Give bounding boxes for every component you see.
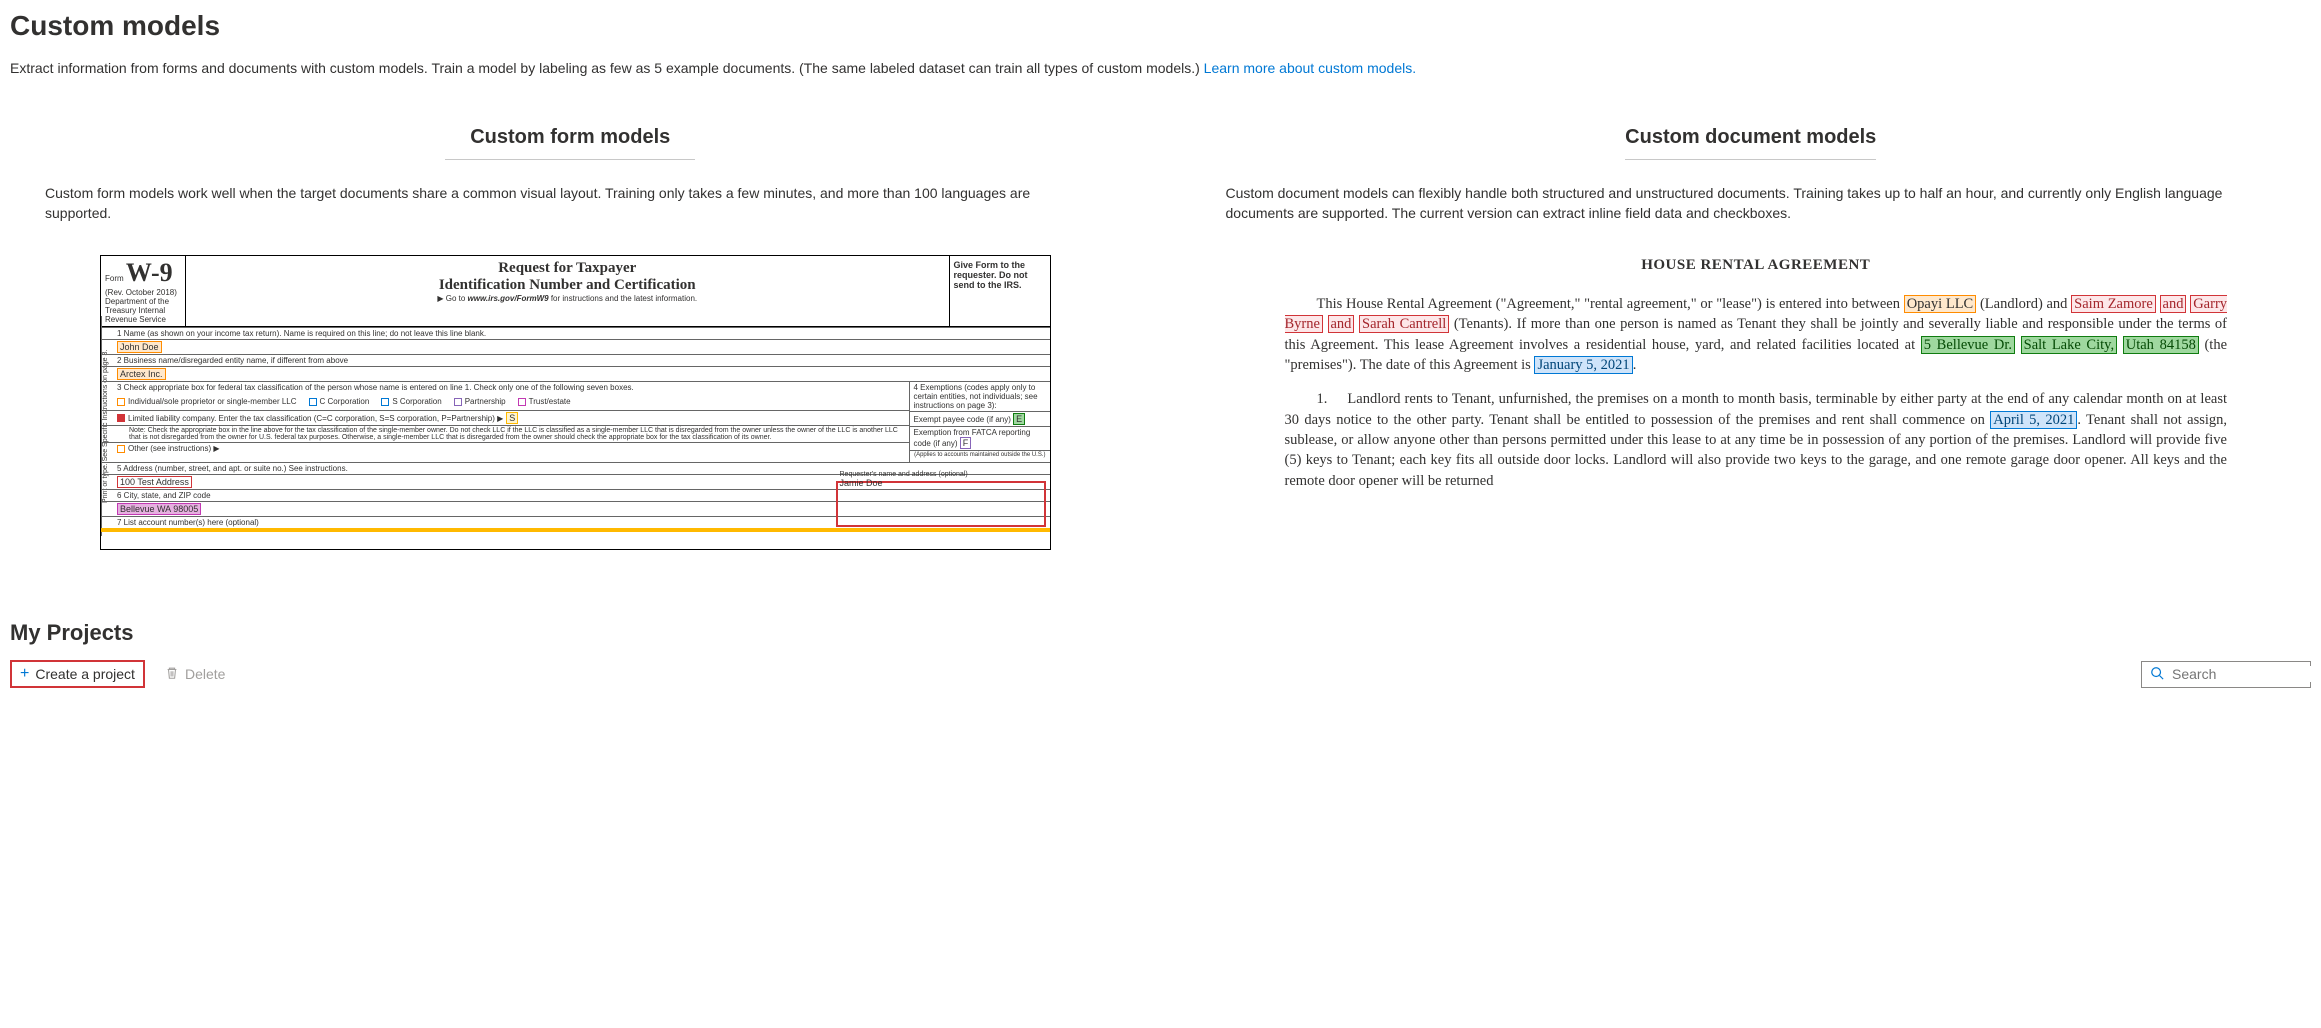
w9-line4-label: 4 Exemptions (codes apply only to certai… xyxy=(910,381,1050,411)
create-project-label: Create a project xyxy=(35,666,135,682)
ck-llc-value: S xyxy=(506,412,518,424)
w9-fatca-val: F xyxy=(960,437,972,449)
my-projects-section: My Projects + Create a project Delete xyxy=(10,620,2311,688)
w9-rev: (Rev. October 2018) xyxy=(105,288,177,297)
w9-line6-value: Bellevue WA 98005 xyxy=(117,503,201,515)
house-tenant3: Sarah Cantrell xyxy=(1359,315,1449,333)
w9-exempt-payee-val: E xyxy=(1013,413,1025,425)
page-title: Custom models xyxy=(10,10,2311,42)
delete-button[interactable]: Delete xyxy=(165,666,225,683)
learn-more-link[interactable]: Learn more about custom models. xyxy=(1204,60,1416,76)
w9-fatca: Exemption from FATCA reporting code (if … xyxy=(914,428,1031,448)
document-models-desc: Custom document models can flexibly hand… xyxy=(1191,184,2312,223)
intro-text: Extract information from forms and docum… xyxy=(10,60,1204,76)
house-p1a: This House Rental Agreement ("Agreement,… xyxy=(1317,296,1904,312)
document-models-heading: Custom document models xyxy=(1625,126,1876,160)
w9-form-label: Form xyxy=(105,274,124,283)
ck-individual: Individual/sole proprietor or single-mem… xyxy=(128,397,297,406)
house-addr1: 5 Bellevue Dr. xyxy=(1921,336,2015,354)
ck-other: Other (see instructions) ▶ xyxy=(128,444,220,453)
form-models-col: Custom form models Custom form models wo… xyxy=(10,126,1131,550)
ck-scorp: S Corporation xyxy=(392,397,441,406)
house-addr3: Utah 84158 xyxy=(2123,336,2199,354)
w9-line3-label: 3 Check appropriate box for federal tax … xyxy=(101,381,909,393)
search-box[interactable] xyxy=(2141,661,2311,688)
delete-label: Delete xyxy=(185,666,225,682)
house-and2: and xyxy=(1328,315,1355,333)
w9-form-preview: Print or type. See Specific Instructions… xyxy=(100,255,1051,550)
house-date2: April 5, 2021 xyxy=(1990,411,2077,429)
my-projects-heading: My Projects xyxy=(10,620,2311,646)
w9-requester-box: Requester's name and address (optional) … xyxy=(836,481,1046,527)
w9-goto-pre: ▶ Go to xyxy=(437,294,467,303)
plus-icon: + xyxy=(20,665,29,683)
ck-partnership: Partnership xyxy=(465,397,506,406)
w9-line2-value: Arctex Inc. xyxy=(117,368,166,380)
form-models-desc: Custom form models work well when the ta… xyxy=(10,184,1131,223)
w9-exempt-payee: Exempt payee code (if any) xyxy=(914,415,1011,424)
w9-requester-value: Jamie Doe xyxy=(840,478,1042,488)
house-and1: and xyxy=(2160,295,2187,313)
w9-line2-label: 2 Business name/disregarded entity name,… xyxy=(101,354,1050,366)
house-rental-preview: HOUSE RENTAL AGREEMENT This House Rental… xyxy=(1281,255,2232,533)
document-models-image: HOUSE RENTAL AGREEMENT This House Rental… xyxy=(1191,255,2312,533)
house-tenant1: Saim Zamore xyxy=(2071,295,2156,313)
intro-paragraph: Extract information from forms and docum… xyxy=(10,60,2311,76)
w9-give-form: Give Form to the requester. Do not send … xyxy=(950,256,1050,326)
w9-line1-value: John Doe xyxy=(117,341,162,353)
w9-title-2: Identification Number and Certification xyxy=(190,277,945,294)
w9-line5-value: 100 Test Address xyxy=(117,476,192,488)
w9-line1-label: 1 Name (as shown on your income tax retu… xyxy=(101,327,1050,339)
ck-ccorp: C Corporation xyxy=(320,397,370,406)
w9-llc-note: Note: Check the appropriate box in the l… xyxy=(101,425,909,442)
house-addr2: Salt Lake City, xyxy=(2021,336,2117,354)
house-landlord: Opayi LLC xyxy=(1904,295,1977,313)
trash-icon xyxy=(165,666,179,683)
w9-title-1: Request for Taxpayer xyxy=(190,260,945,277)
house-p2num: 1. xyxy=(1317,391,1328,407)
projects-toolbar: + Create a project Delete xyxy=(10,660,2311,688)
w9-requester-label: Requester's name and address (optional) xyxy=(840,471,1042,478)
form-models-image: Print or type. See Specific Instructions… xyxy=(10,255,1131,550)
house-date1: January 5, 2021 xyxy=(1534,356,1632,374)
house-title: HOUSE RENTAL AGREEMENT xyxy=(1285,255,2228,276)
w9-goto-suf: for instructions and the latest informat… xyxy=(549,294,698,303)
w9-fatca-note: (Applies to accounts maintained outside … xyxy=(910,450,1050,462)
ck-llc: Limited liability company. Enter the tax… xyxy=(128,414,503,423)
house-p1e: . xyxy=(1633,357,1637,373)
house-p1b: (Landlord) and xyxy=(1980,296,2071,312)
w9-goto-url: www.irs.gov/FormW9 xyxy=(468,294,549,303)
create-project-button[interactable]: + Create a project xyxy=(10,660,145,688)
search-icon xyxy=(2150,666,2164,683)
document-models-col: Custom document models Custom document m… xyxy=(1191,126,2312,550)
ck-trust: Trust/estate xyxy=(529,397,571,406)
models-row: Custom form models Custom form models wo… xyxy=(10,126,2311,550)
w9-form-code: W-9 xyxy=(126,258,173,287)
form-models-heading: Custom form models xyxy=(445,126,695,160)
search-input[interactable] xyxy=(2172,666,2321,682)
